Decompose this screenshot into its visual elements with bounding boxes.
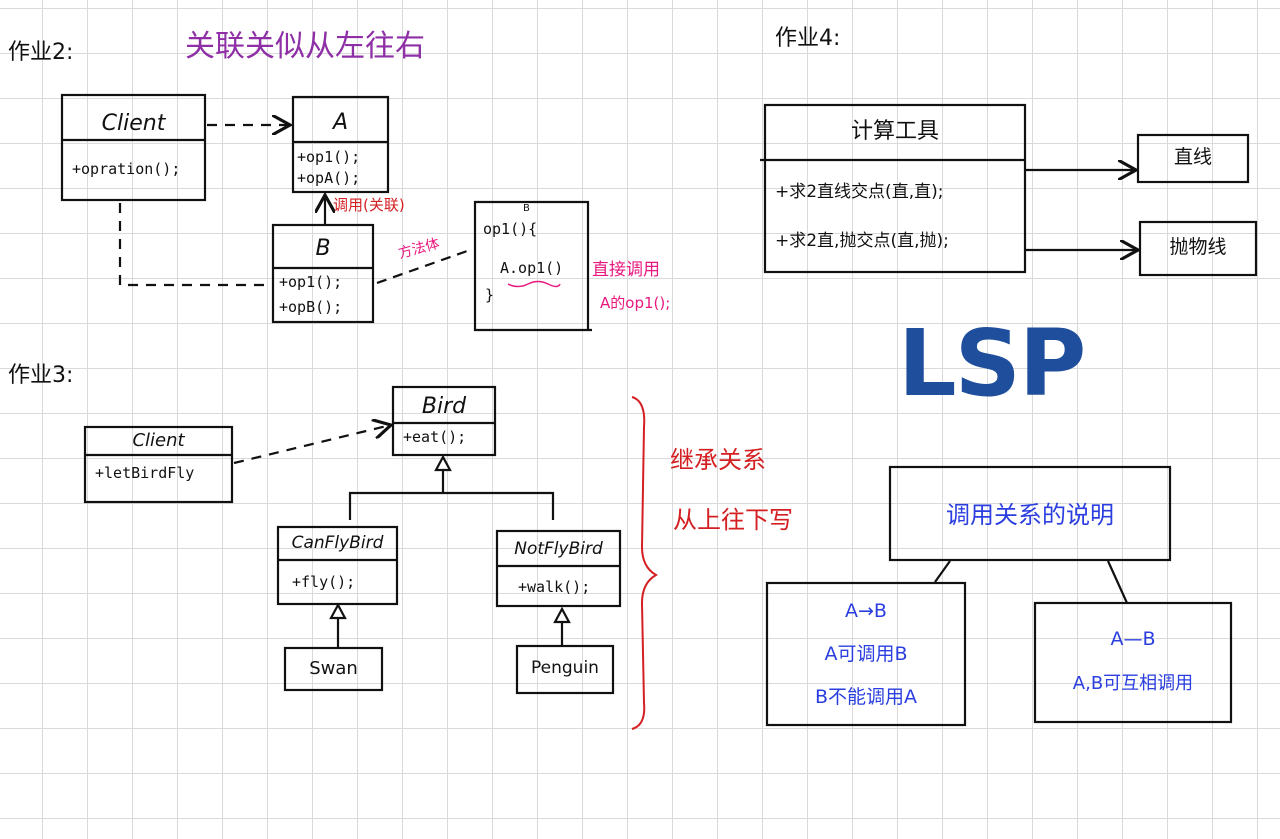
red-brace <box>631 396 659 730</box>
a-method: +opA(); <box>297 169 361 187</box>
lsp-title: LSP <box>898 310 1086 417</box>
method-body-title: B <box>523 203 530 214</box>
parabola-class-name: 抛物线 <box>1169 236 1227 258</box>
swan-class-name: Swan <box>309 658 358 679</box>
method-body-call: A.op1() <box>500 259 564 277</box>
hw2-heading: 作业2: <box>8 40 74 65</box>
hw3-heading: 作业3: <box>8 363 74 388</box>
line-class-name: 直线 <box>1173 146 1212 168</box>
inheritance-note: 继承关系 <box>670 446 766 474</box>
bird-class-name: Bird <box>421 394 467 419</box>
method-body-close: } <box>485 286 495 304</box>
canflybird-method: +fly(); <box>292 573 356 591</box>
client-b-dashed-link <box>118 203 268 287</box>
lsp-left-node-line: A可调用B <box>824 643 908 665</box>
penguin-class-name: Penguin <box>531 658 599 678</box>
notflybird-method: +walk(); <box>518 578 591 596</box>
hw2-note: 关联关似从左往右 <box>185 29 425 64</box>
hw3-client-name: Client <box>132 430 185 451</box>
bird-method: +eat(); <box>403 428 467 446</box>
inheritance-note: 从上往下写 <box>673 506 793 534</box>
direct-call-note: 直接调用 <box>592 260 660 280</box>
hw4-heading: 作业4: <box>775 26 841 51</box>
method-body-open: op1(){ <box>483 220 538 238</box>
lsp-root-node: 调用关系的说明 <box>946 501 1114 529</box>
tool-method: +求2直,抛交点(直,抛); <box>775 231 949 251</box>
lsp-right-node-line: A—B <box>1110 628 1156 650</box>
lsp-left-node-line: B不能调用A <box>814 686 918 708</box>
hw3-client-method: +letBirdFly <box>95 464 195 482</box>
a-method: +op1(); <box>297 148 361 166</box>
direct-call-note: A的op1(); <box>600 294 671 312</box>
client-method: +opration(); <box>72 160 181 178</box>
canflybird-class-name: CanFlyBird <box>291 533 384 553</box>
client-class-name: Client <box>101 111 166 136</box>
call-label: 调用(关联) <box>333 196 405 214</box>
notflybird-class-name: NotFlyBird <box>514 539 603 559</box>
lsp-left-node-line: A→B <box>845 600 887 622</box>
a-class-name: A <box>332 110 349 135</box>
b-class-name: B <box>315 236 331 261</box>
lsp-right-node-line: A,B可互相调用 <box>1072 673 1194 694</box>
tool-class-name: 计算工具 <box>850 119 939 144</box>
b-method: +opB(); <box>279 298 343 316</box>
b-method: +op1(); <box>279 273 343 291</box>
tool-method: +求2直线交点(直,直); <box>775 182 944 202</box>
